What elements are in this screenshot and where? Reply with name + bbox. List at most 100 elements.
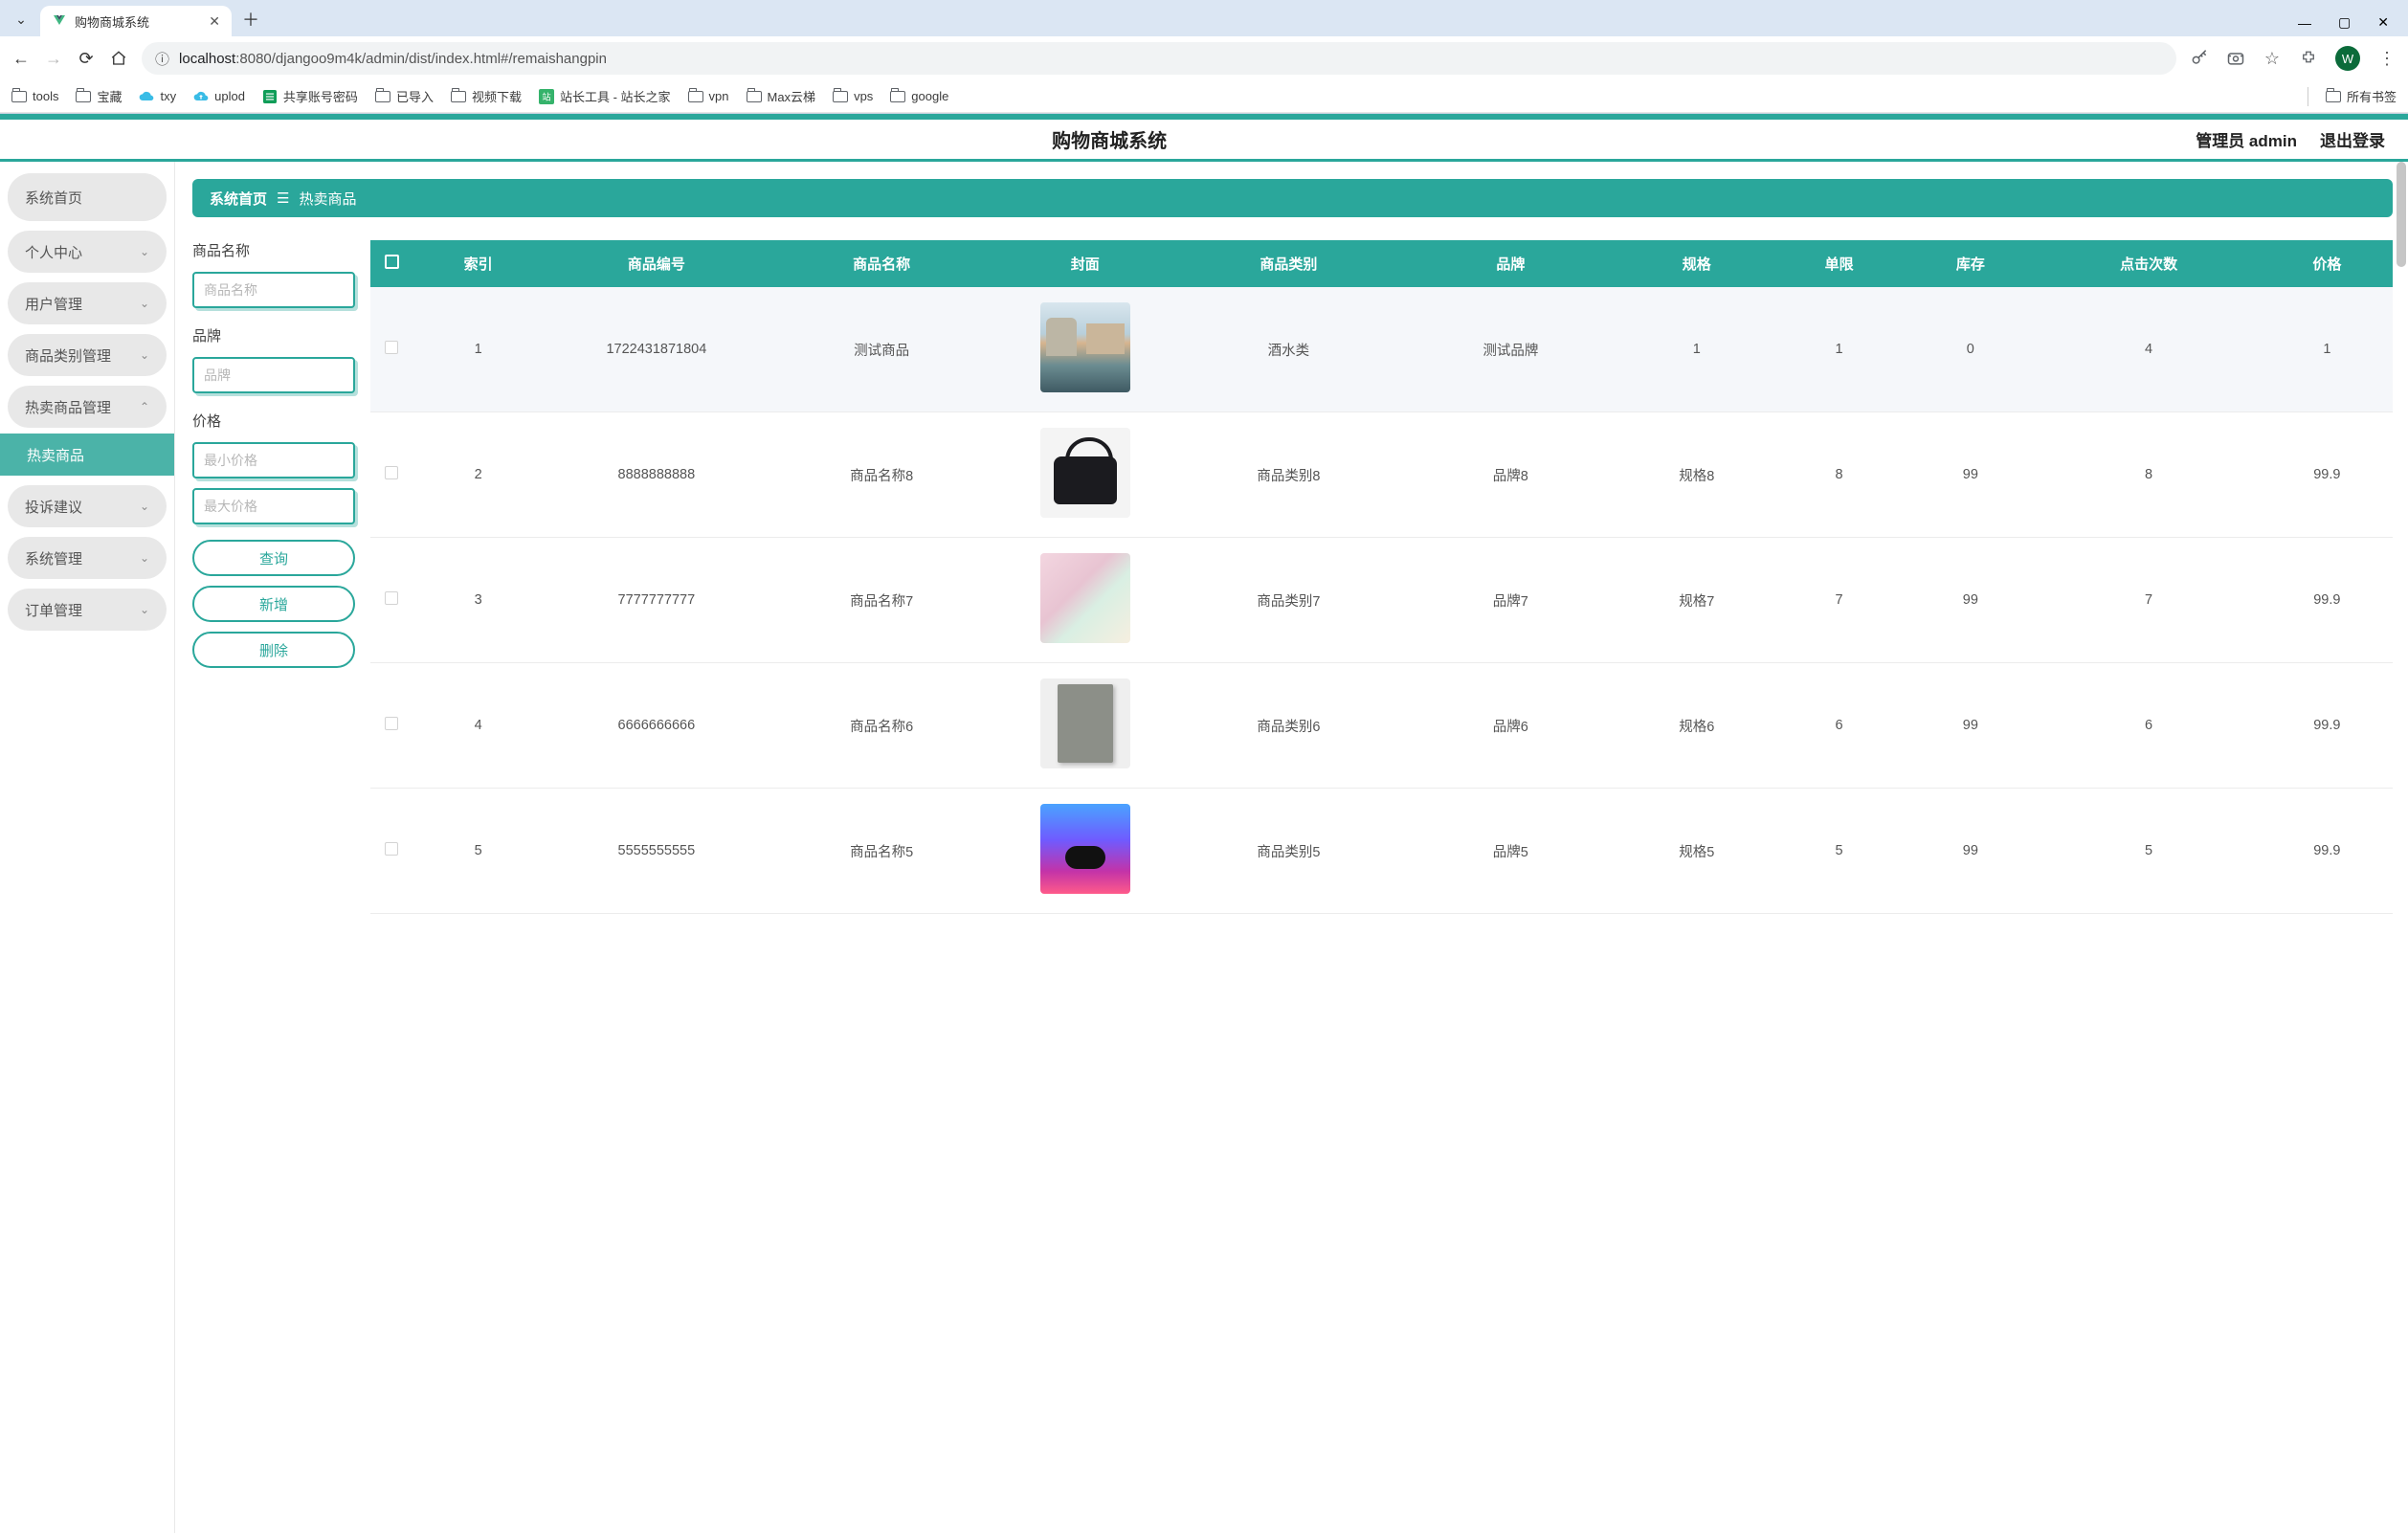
sidebar-item-hotsale[interactable]: 热卖商品管理⌃ (8, 386, 167, 428)
page-scrollbar[interactable] (2395, 162, 2406, 1533)
sidebar-item-orders[interactable]: 订单管理⌄ (8, 589, 167, 631)
breadcrumb-home[interactable]: 系统首页 (210, 189, 267, 209)
search-button[interactable]: 查询 (192, 540, 355, 576)
table-row[interactable]: 37777777777商品名称7商品类别7品牌7规格7799799.9 (370, 538, 2393, 663)
sidebar-item-profile[interactable]: 个人中心⌄ (8, 231, 167, 273)
nav-home-icon[interactable] (109, 50, 128, 67)
cell-index: 3 (412, 538, 544, 663)
bookmark-vpn[interactable]: vpn (688, 89, 729, 104)
url-field[interactable]: ⓘ localhost:8080/djangoo9m4k/admin/dist/… (142, 42, 2176, 75)
cell-spec: 规格5 (1620, 789, 1773, 914)
table-row[interactable]: 46666666666商品名称6商品类别6品牌6规格6699699.9 (370, 663, 2393, 789)
bookmark-all[interactable]: 所有书签 (2326, 87, 2397, 105)
product-thumbnail[interactable] (1040, 679, 1130, 768)
bookmark-bar: tools 宝藏 txy uplod 共享账号密码 已导入 视频下载 站站长工具… (0, 80, 2408, 113)
bookmark-baozang[interactable]: 宝藏 (76, 87, 122, 105)
filter-brand-label: 品牌 (192, 325, 355, 345)
bookmark-star-icon[interactable]: ☆ (2263, 49, 2282, 68)
table-row[interactable]: 55555555555商品名称5商品类别5品牌5规格5599599.9 (370, 789, 2393, 914)
product-thumbnail[interactable] (1040, 553, 1130, 643)
filter-panel: 商品名称 品牌 价格 查询 新增 删除 (192, 240, 355, 668)
row-checkbox[interactable] (385, 591, 398, 605)
select-all-checkbox[interactable] (385, 255, 399, 269)
nav-reload-icon[interactable]: ⟳ (77, 49, 96, 69)
bookmark-video-dl[interactable]: 视频下载 (451, 87, 522, 105)
window-minimize-icon[interactable]: — (2298, 15, 2311, 31)
browser-tab[interactable]: 购物商城系统 ✕ (40, 6, 232, 36)
filter-max-price-input[interactable] (192, 488, 355, 524)
sidebar-item-category[interactable]: 商品类别管理⌄ (8, 334, 167, 376)
kebab-menu-icon[interactable]: ⋮ (2377, 49, 2397, 68)
cell-limit: 6 (1773, 663, 1905, 789)
cell-spec: 规格8 (1620, 412, 1773, 538)
window-close-icon[interactable]: ✕ (2377, 14, 2389, 31)
col-code: 商品编号 (544, 240, 769, 287)
app-header: 购物商城系统 管理员 admin 退出登录 (0, 120, 2408, 162)
tabs-dropdown-button[interactable]: ⌄ (8, 6, 34, 33)
nav-back-icon[interactable]: ← (11, 49, 31, 69)
new-tab-button[interactable]: ＋ (237, 6, 264, 33)
nav-forward-icon[interactable]: → (44, 49, 63, 69)
row-checkbox[interactable] (385, 842, 398, 856)
cell-cover (994, 663, 1176, 789)
col-cover: 封面 (994, 240, 1176, 287)
table-row[interactable]: 11722431871804测试商品酒水类测试品牌11041 (370, 287, 2393, 412)
sidebar-item-feedback[interactable]: 投诉建议⌄ (8, 485, 167, 527)
bookmark-vps[interactable]: vps (833, 89, 873, 104)
site-info-icon[interactable]: ⓘ (155, 49, 169, 69)
row-checkbox[interactable] (385, 466, 398, 479)
bookmark-uplod[interactable]: uplod (193, 89, 245, 104)
cell-spec: 1 (1620, 287, 1773, 412)
cell-stock: 99 (1905, 412, 2036, 538)
cell-brand: 测试品牌 (1401, 287, 1620, 412)
address-bar: ← → ⟳ ⓘ localhost:8080/djangoo9m4k/admin… (0, 36, 2408, 80)
sidebar-item-users[interactable]: 用户管理⌄ (8, 282, 167, 324)
cell-stock: 99 (1905, 538, 2036, 663)
row-checkbox[interactable] (385, 717, 398, 730)
filter-min-price-input[interactable] (192, 442, 355, 478)
cell-price: 99.9 (2262, 538, 2393, 663)
profile-avatar[interactable]: W (2335, 46, 2360, 71)
key-icon[interactable] (2190, 49, 2209, 68)
bookmark-google[interactable]: google (890, 89, 948, 104)
sidebar-item-home[interactable]: 系统首页 (8, 173, 167, 221)
product-thumbnail[interactable] (1040, 302, 1130, 392)
sidebar-sub-hotsale-list[interactable]: 热卖商品 (0, 434, 174, 476)
cell-price: 1 (2262, 287, 2393, 412)
col-stock: 库存 (1905, 240, 2036, 287)
cloud-icon (139, 89, 154, 104)
logout-link[interactable]: 退出登录 (2320, 127, 2385, 151)
cell-clicks: 4 (2036, 287, 2261, 412)
chevron-down-icon: ⌄ (140, 297, 149, 310)
delete-button[interactable]: 删除 (192, 632, 355, 668)
bookmark-maxyun[interactable]: Max云梯 (747, 87, 816, 105)
lens-icon[interactable] (2226, 49, 2245, 68)
bookmark-txy[interactable]: txy (139, 89, 176, 104)
bookmark-imported[interactable]: 已导入 (375, 87, 434, 105)
row-checkbox[interactable] (385, 341, 398, 354)
bookmark-shared-pw[interactable]: 共享账号密码 (262, 87, 358, 105)
cell-cover (994, 287, 1176, 412)
table-row[interactable]: 28888888888商品名称8商品类别8品牌8规格8899899.9 (370, 412, 2393, 538)
product-thumbnail[interactable] (1040, 428, 1130, 518)
cell-name: 商品名称5 (769, 789, 994, 914)
cell-name: 商品名称8 (769, 412, 994, 538)
tab-close-icon[interactable]: ✕ (209, 13, 220, 30)
admin-label[interactable]: 管理员 admin (2196, 127, 2297, 151)
cell-category: 商品类别6 (1176, 663, 1401, 789)
cell-brand: 品牌8 (1401, 412, 1620, 538)
app-title: 购物商城系统 (23, 125, 2196, 153)
product-thumbnail[interactable] (1040, 804, 1130, 894)
bookmark-tools[interactable]: tools (11, 89, 58, 104)
cell-category: 酒水类 (1176, 287, 1401, 412)
chevron-down-icon: ⌄ (140, 551, 149, 565)
window-controls: — ▢ ✕ (2298, 14, 2408, 31)
add-button[interactable]: 新增 (192, 586, 355, 622)
extensions-icon[interactable] (2299, 49, 2318, 68)
window-maximize-icon[interactable]: ▢ (2338, 14, 2351, 31)
filter-name-input[interactable] (192, 272, 355, 308)
cell-limit: 1 (1773, 287, 1905, 412)
sidebar-item-system[interactable]: 系统管理⌄ (8, 537, 167, 579)
bookmark-zhanzhang[interactable]: 站站长工具 - 站长之家 (539, 87, 671, 105)
filter-brand-input[interactable] (192, 357, 355, 393)
